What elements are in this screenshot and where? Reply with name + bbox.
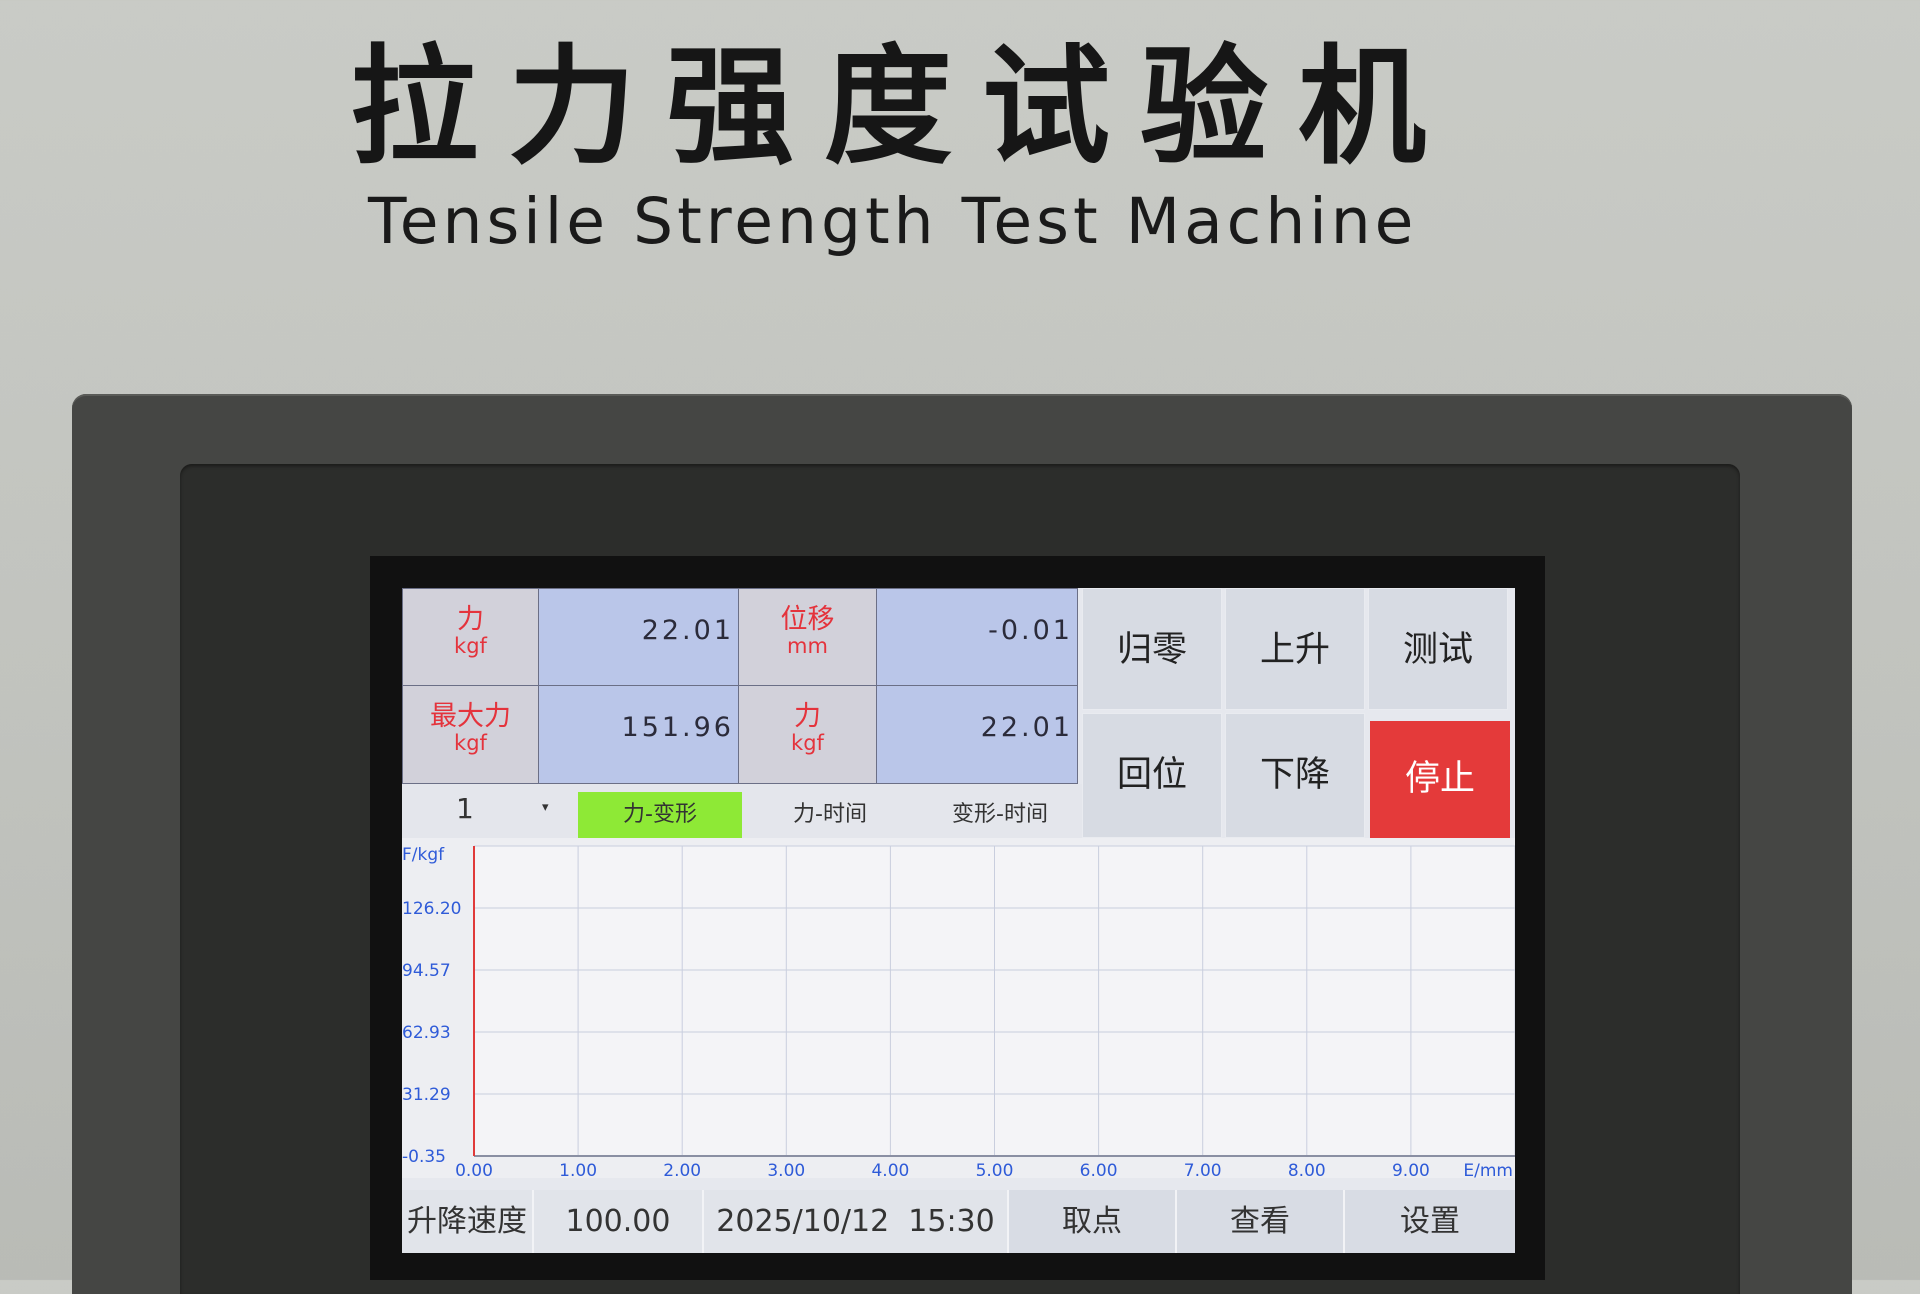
force2-value: 22.01 bbox=[980, 712, 1073, 743]
touch-screen: 力 kgf 22.01 位移 mm -0.01 最大力 kgf 151.96 力… bbox=[402, 588, 1515, 1253]
x-tick-label: 8.00 bbox=[1288, 1161, 1326, 1181]
force-label: 力 bbox=[457, 604, 484, 635]
datetime-display: 2025/10/12 15:30 bbox=[704, 1190, 1009, 1253]
displacement-value: -0.01 bbox=[988, 615, 1073, 646]
up-button-label: 上升 bbox=[1259, 630, 1330, 670]
down-button-label: 下降 bbox=[1259, 755, 1330, 795]
y-tick-label: -0.35 bbox=[402, 1147, 446, 1167]
force2-value-cell: 22.01 bbox=[876, 685, 1078, 784]
max-force-value-cell: 151.96 bbox=[538, 685, 739, 784]
x-tick-label: 9.00 bbox=[1392, 1161, 1430, 1181]
y-axis-label: F/kgf bbox=[402, 845, 445, 865]
y-tick-label: 94.57 bbox=[402, 961, 451, 981]
force-value: 22.01 bbox=[641, 615, 734, 646]
panel-title-cn: 拉力强度试验机 bbox=[350, 33, 1457, 182]
y-tick-label: 62.93 bbox=[402, 1023, 451, 1043]
test-button[interactable]: 测试 bbox=[1368, 588, 1508, 710]
down-button[interactable]: 下降 bbox=[1225, 713, 1365, 838]
max-force-label: 最大力 bbox=[430, 701, 511, 732]
zero-button-label: 归零 bbox=[1116, 630, 1187, 670]
sample-point-button[interactable]: 取点 bbox=[1009, 1190, 1177, 1253]
x-axis-label: E/mm bbox=[1463, 1161, 1513, 1181]
y-tick-label: 126.20 bbox=[402, 899, 461, 919]
force-unit: kgf bbox=[454, 634, 487, 658]
panel-title-en: Tensile Strength Test Machine bbox=[368, 185, 1418, 258]
chart-tab-bar: 1 ▾ 力-变形 力-时间 变形-时间 bbox=[402, 784, 1082, 838]
curve-selector-value: 1 bbox=[456, 792, 474, 825]
x-tick-label: 6.00 bbox=[1080, 1161, 1118, 1181]
return-button[interactable]: 回位 bbox=[1082, 713, 1222, 838]
displacement-label-cell: 位移 mm bbox=[738, 588, 877, 686]
stop-button[interactable]: 停止 bbox=[1370, 721, 1510, 841]
force2-unit: kgf bbox=[791, 731, 824, 755]
speed-value[interactable]: 100.00 bbox=[534, 1190, 704, 1253]
x-tick-label: 1.00 bbox=[559, 1161, 597, 1181]
zero-button[interactable]: 归零 bbox=[1082, 588, 1222, 710]
max-force-unit: kgf bbox=[454, 731, 487, 755]
force2-label: 力 bbox=[794, 701, 821, 732]
chart-svg: -0.35 31.29 62.93 94.57 126.20 F/kgf 0.00 1.00 2… bbox=[402, 845, 1515, 1181]
tab-force-deformation[interactable]: 力-变形 bbox=[578, 792, 742, 838]
x-tick-label: 7.00 bbox=[1184, 1161, 1222, 1181]
x-tick-label: 4.00 bbox=[871, 1161, 909, 1181]
return-button-label: 回位 bbox=[1116, 755, 1187, 795]
view-button[interactable]: 查看 bbox=[1177, 1190, 1345, 1253]
force-value-cell: 22.01 bbox=[538, 588, 739, 686]
speed-label: 升降速度 bbox=[402, 1190, 534, 1253]
max-force-value: 151.96 bbox=[621, 712, 734, 743]
curve-selector[interactable]: 1 ▾ bbox=[402, 784, 570, 838]
displacement-value-cell: -0.01 bbox=[876, 588, 1078, 686]
settings-button[interactable]: 设置 bbox=[1345, 1190, 1515, 1253]
test-button-label: 测试 bbox=[1402, 630, 1473, 670]
force-label-cell: 力 kgf bbox=[402, 588, 539, 686]
chevron-down-icon[interactable]: ▾ bbox=[542, 800, 549, 815]
displacement-unit: mm bbox=[787, 634, 828, 658]
displacement-label: 位移 bbox=[780, 604, 835, 635]
force-deformation-chart: -0.35 31.29 62.93 94.57 126.20 F/kgf 0.00 1.00 2… bbox=[402, 838, 1515, 1181]
x-tick-label: 3.00 bbox=[767, 1161, 805, 1181]
max-force-label-cell: 最大力 kgf bbox=[402, 685, 539, 784]
x-tick-label: 0.00 bbox=[455, 1161, 493, 1181]
y-tick-label: 31.29 bbox=[402, 1085, 451, 1105]
tab-force-time[interactable]: 力-时间 bbox=[748, 792, 912, 838]
stop-button-label: 停止 bbox=[1404, 759, 1475, 799]
tab-deformation-time[interactable]: 变形-时间 bbox=[918, 792, 1082, 838]
x-tick-label: 5.00 bbox=[976, 1161, 1014, 1181]
x-tick-label: 2.00 bbox=[663, 1161, 701, 1181]
up-button[interactable]: 上升 bbox=[1225, 588, 1365, 710]
bottom-bar: 升降速度 100.00 2025/10/12 15:30 取点 查看 设置 bbox=[402, 1190, 1515, 1253]
force2-label-cell: 力 kgf bbox=[738, 685, 877, 784]
